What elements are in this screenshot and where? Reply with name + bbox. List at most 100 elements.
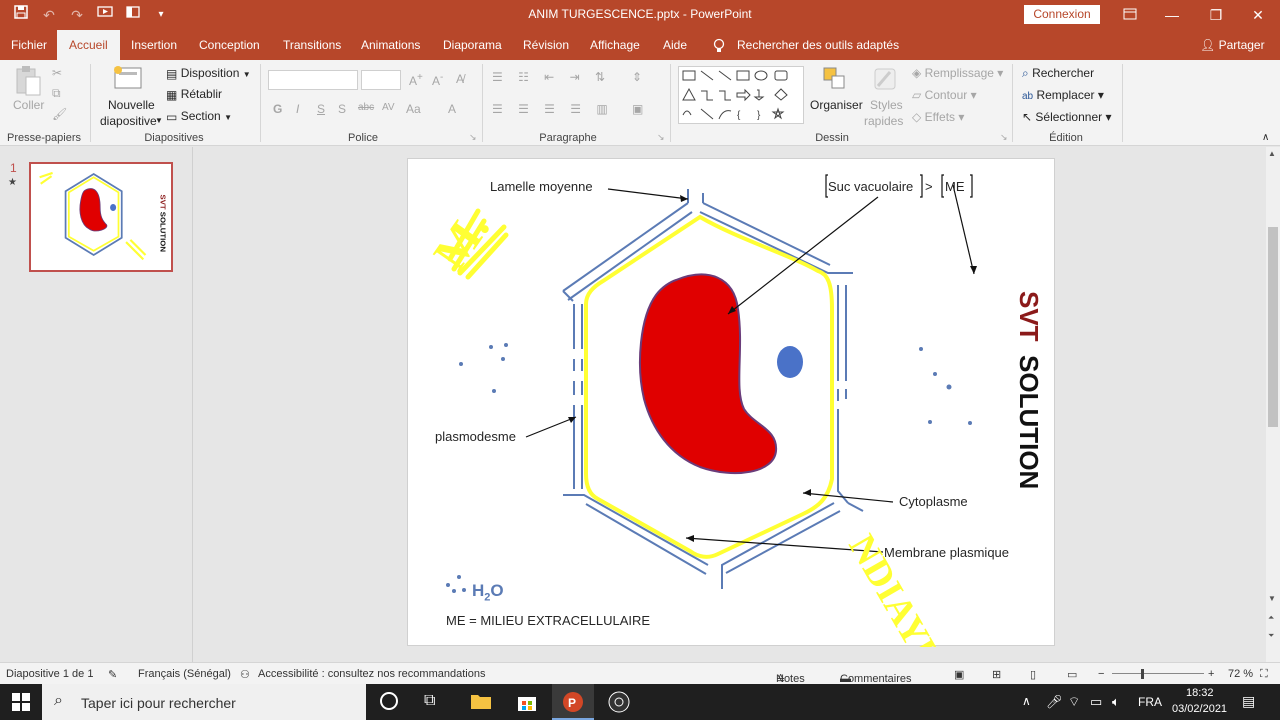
previous-slide-icon[interactable]: ⏶ <box>1268 613 1274 623</box>
shape-fill-button[interactable]: ◈ Remplissage ▾ <box>912 66 1003 80</box>
slide-sorter-icon[interactable]: ⊞ <box>992 668 1001 681</box>
tab-aide[interactable]: Aide <box>663 38 687 52</box>
clock-date[interactable]: 03/02/2021 <box>1172 703 1227 715</box>
format-painter-icon[interactable]: 🖌︎ <box>52 107 67 121</box>
shape-effects-button[interactable]: ◇ Effets ▾ <box>912 110 964 124</box>
zoom-slider-thumb[interactable] <box>1141 669 1144 679</box>
quick-styles-line2[interactable]: rapides <box>864 114 903 128</box>
slide-canvas[interactable]: SVT SOLUTION M. NDIAYE Lamelle moyenne S… <box>407 158 1055 647</box>
scroll-up-icon[interactable]: ▲ <box>1268 149 1276 158</box>
new-slide-button-line1[interactable]: Nouvelle <box>108 98 155 112</box>
tab-revision[interactable]: Révision <box>523 38 569 52</box>
reset-button[interactable]: ▦ Rétablir <box>166 87 222 102</box>
notifications-icon[interactable]: ▤ <box>1242 693 1255 710</box>
tab-fichier[interactable]: Fichier <box>11 38 47 52</box>
paste-button[interactable]: Coller <box>13 98 44 112</box>
bold-button[interactable]: G <box>273 102 282 116</box>
quick-styles-icon[interactable] <box>872 66 898 95</box>
font-size-field[interactable] <box>361 70 401 90</box>
ribbon-display-icon[interactable] <box>1118 4 1142 26</box>
shrink-font-icon[interactable]: A- <box>432 72 443 88</box>
language-indicator[interactable]: FRA <box>1138 695 1162 709</box>
spellcheck-icon[interactable]: ✎ <box>108 668 117 681</box>
reading-view-icon[interactable]: ▯ <box>1030 668 1036 681</box>
share-button[interactable]: 👤︎ Partager <box>1200 38 1265 52</box>
vertical-scrollbar[interactable]: ▲ ▼ ⏶ ⏷ <box>1266 147 1280 662</box>
new-slide-icon[interactable] <box>112 64 146 95</box>
tab-accueil[interactable]: Accueil <box>57 30 120 60</box>
battery-icon[interactable]: ▭ <box>1090 694 1102 710</box>
smartart-icon[interactable]: ▣ <box>632 102 643 116</box>
italic-button[interactable]: I <box>296 102 299 116</box>
zoom-level[interactable]: 72 % <box>1228 668 1253 680</box>
shadow-button[interactable]: S <box>338 102 346 116</box>
replace-button[interactable]: ab Remplacer ▾ <box>1022 88 1104 102</box>
strikethrough-button[interactable]: abc <box>358 102 374 113</box>
tab-transitions[interactable]: Transitions <box>283 38 341 52</box>
clock-time[interactable]: 18:32 <box>1186 687 1214 699</box>
tab-affichage[interactable]: Affichage <box>590 38 640 52</box>
accessibility-status[interactable]: Accessibilité : consultez nos recommanda… <box>258 668 485 680</box>
zoom-in-icon[interactable]: + <box>1208 668 1214 680</box>
shapes-gallery[interactable]: { } <box>678 66 804 124</box>
section-button[interactable]: ▭ Section ▼ <box>166 109 232 124</box>
sign-in-button[interactable]: Connexion <box>1024 5 1100 24</box>
tell-me-search[interactable]: Rechercher des outils adaptés <box>737 38 899 52</box>
slideshow-view-icon[interactable]: ▭ <box>1067 668 1077 681</box>
copy-icon[interactable]: ⧉ <box>52 86 61 101</box>
collapse-ribbon-icon[interactable]: ∧ <box>1262 132 1269 143</box>
new-slide-button-line2[interactable]: diapositive <box>100 114 157 128</box>
select-button[interactable]: ↖ Sélectionner ▾ <box>1022 110 1111 124</box>
next-slide-icon[interactable]: ⏷ <box>1268 631 1274 641</box>
list-buttons[interactable]: ☰ ☷ ⇤ ⇥ ⇅ <box>492 70 611 84</box>
quick-styles-line1[interactable]: Styles <box>870 98 903 112</box>
accessibility-icon[interactable]: ⚇ <box>240 668 250 681</box>
slide-thumbnail[interactable]: SVT SOLUTION <box>29 162 173 272</box>
arrange-icon[interactable] <box>822 66 848 95</box>
obs-icon[interactable] <box>608 691 630 716</box>
normal-view-icon[interactable]: ▣ <box>954 668 964 681</box>
font-name-field[interactable] <box>268 70 358 90</box>
paragraph-dialog-icon[interactable]: ↘ <box>657 132 665 143</box>
powerpoint-taskbar-button[interactable]: P <box>552 684 594 720</box>
font-color-button[interactable]: A <box>448 102 456 116</box>
layout-button[interactable]: ▤ Disposition ▼ <box>166 66 251 81</box>
tab-conception[interactable]: Conception <box>199 38 260 52</box>
zoom-slider[interactable] <box>1112 673 1204 674</box>
windows-start-icon[interactable] <box>12 693 30 714</box>
cortana-icon[interactable] <box>380 692 398 710</box>
text-direction-icon[interactable]: ⇕ <box>632 70 642 84</box>
file-explorer-icon[interactable] <box>470 692 492 713</box>
restore-icon[interactable]: ❐ <box>1204 4 1228 26</box>
microphone-icon[interactable]: 🎤︎ <box>1046 694 1063 710</box>
volume-icon[interactable]: 🔈︎ <box>1112 694 1120 710</box>
taskbar-search-box[interactable]: ⌕ Taper ici pour rechercher <box>42 684 366 720</box>
shape-outline-button[interactable]: ▱ Contour ▾ <box>912 88 977 102</box>
change-case-button[interactable]: Aa <box>406 102 421 116</box>
char-spacing-button[interactable]: AV <box>382 102 395 113</box>
task-view-icon[interactable]: ⧉ <box>424 692 435 710</box>
font-dialog-icon[interactable]: ↘ <box>469 132 477 143</box>
clear-format-icon[interactable]: A̸ <box>456 72 464 86</box>
align-buttons[interactable]: ☰ ☰ ☰ ☰ ▥ <box>492 102 614 116</box>
wifi-icon[interactable]: ⌔ <box>1068 694 1080 710</box>
scrollbar-thumb[interactable] <box>1268 227 1278 427</box>
tray-expand-icon[interactable]: ∧ <box>1022 694 1031 708</box>
cut-icon[interactable]: ✂ <box>52 66 62 80</box>
tab-animations[interactable]: Animations <box>361 38 420 52</box>
find-button[interactable]: ⌕ Rechercher <box>1022 66 1094 81</box>
tab-insertion[interactable]: Insertion <box>131 38 177 52</box>
scroll-down-icon[interactable]: ▼ <box>1268 594 1276 603</box>
grow-font-icon[interactable]: A+ <box>409 72 423 88</box>
store-icon[interactable] <box>516 692 538 715</box>
drawing-dialog-icon[interactable]: ↘ <box>1000 132 1008 143</box>
fit-slide-icon[interactable]: ⛶ <box>1260 668 1268 681</box>
new-slide-dropdown-icon[interactable]: ▼ <box>155 116 163 125</box>
underline-button[interactable]: S <box>317 102 325 116</box>
language-status[interactable]: Français (Sénégal) <box>138 668 231 680</box>
zoom-out-icon[interactable]: − <box>1098 668 1104 680</box>
minimize-icon[interactable]: — <box>1160 4 1184 26</box>
tab-diaporama[interactable]: Diaporama <box>443 38 502 52</box>
close-icon[interactable]: ✕ <box>1246 4 1270 26</box>
paste-icon[interactable] <box>13 64 43 98</box>
